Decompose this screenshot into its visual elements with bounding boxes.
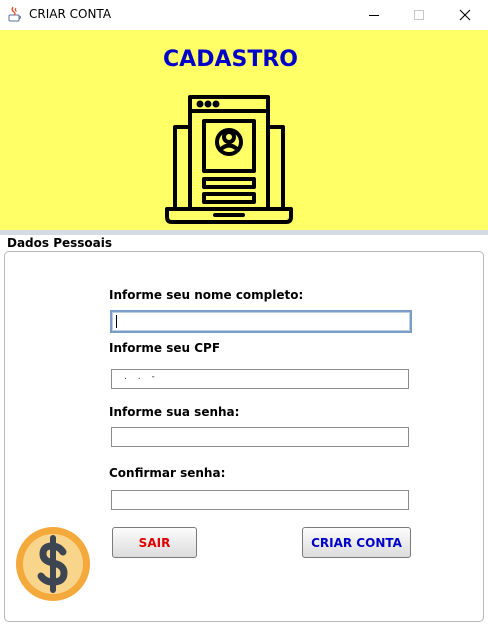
confirm-password-input[interactable] — [111, 490, 409, 510]
minimize-button[interactable] — [351, 0, 397, 30]
title-bar: CRIAR CONTA — [0, 0, 488, 30]
section-title: Dados Pessoais — [7, 236, 113, 250]
header-banner: CADASTRO — [0, 30, 488, 230]
full-name-input[interactable] — [110, 310, 412, 333]
confirm-password-label: Confirmar senha: — [109, 466, 226, 480]
minimize-icon — [369, 15, 379, 16]
java-cup-icon — [8, 6, 21, 22]
dollar-coin-icon — [16, 527, 90, 601]
password-label: Informe sua senha: — [109, 405, 240, 419]
maximize-icon — [414, 10, 424, 20]
close-button[interactable] — [442, 0, 488, 30]
maximize-button[interactable] — [396, 0, 442, 30]
page-title: CADASTRO — [163, 47, 298, 72]
name-label: Informe seu nome completo: — [109, 288, 304, 302]
text-caret — [116, 315, 117, 328]
password-input[interactable] — [111, 427, 409, 447]
banner-separator — [0, 230, 488, 235]
cpf-input[interactable]: . . - — [111, 369, 409, 389]
window-title: CRIAR CONTA — [29, 7, 112, 21]
laptop-user-profile-icon — [165, 95, 293, 224]
create-account-button[interactable]: CRIAR CONTA — [302, 527, 411, 558]
cpf-mask: . . - — [124, 372, 159, 382]
close-icon — [459, 9, 471, 21]
exit-button[interactable]: SAIR — [112, 527, 197, 558]
cpf-label: Informe seu CPF — [109, 341, 221, 355]
